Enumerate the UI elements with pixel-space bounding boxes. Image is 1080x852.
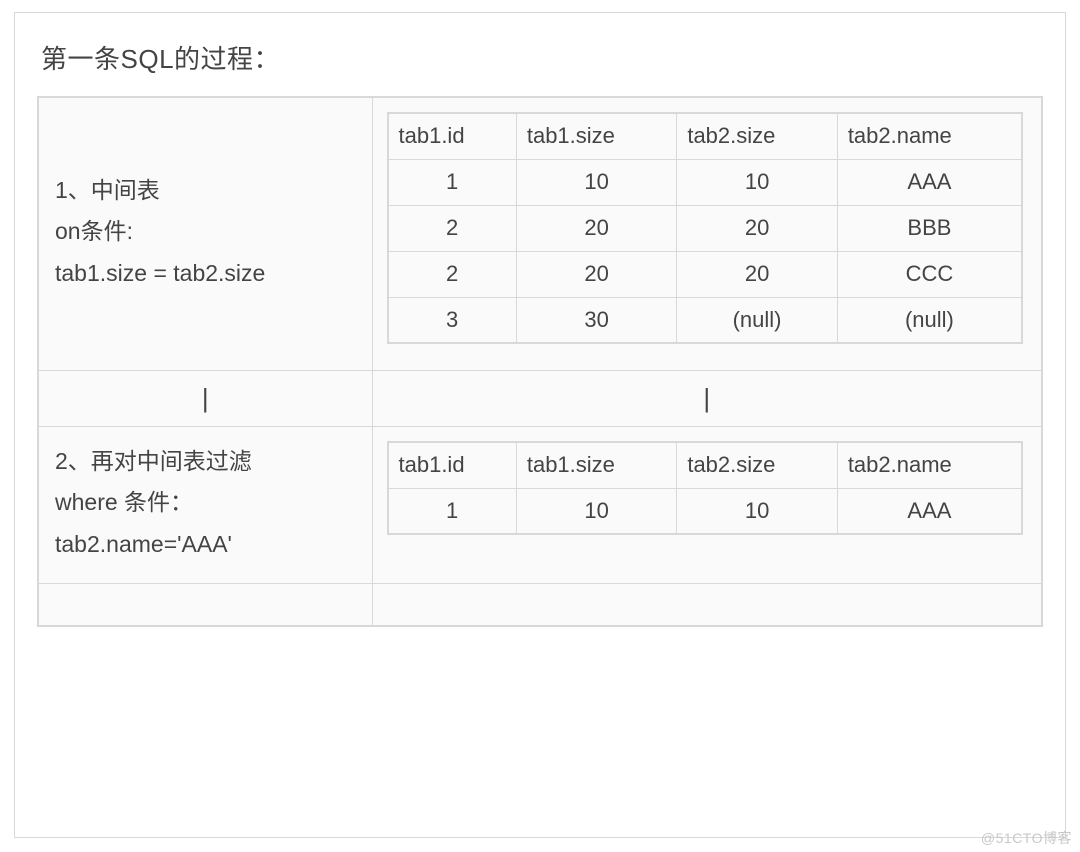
cell: 20: [677, 251, 837, 297]
cell: 20: [677, 205, 837, 251]
cell: AAA: [837, 159, 1022, 205]
col-header: tab2.size: [677, 442, 837, 488]
cell: 3: [388, 297, 517, 343]
arrow-right: |: [372, 371, 1042, 427]
table-row: 1 10 10 AAA: [388, 159, 1023, 205]
step1-line1: 1、中间表: [55, 170, 356, 211]
cell: 20: [516, 205, 676, 251]
empty-cell: [38, 584, 372, 626]
col-header: tab1.id: [388, 113, 517, 159]
col-header: tab2.size: [677, 113, 837, 159]
page-title: 第一条SQL的过程：: [41, 39, 1043, 76]
col-header: tab1.id: [388, 442, 517, 488]
cell: 10: [516, 159, 676, 205]
table-header-row: tab1.id tab1.size tab2.size tab2.name: [388, 442, 1023, 488]
layout-table: 1、中间表 on条件: tab1.size = tab2.size tab1.i…: [37, 96, 1043, 627]
step2-line3: tab2.name='AAA': [55, 524, 356, 565]
col-header: tab2.name: [837, 113, 1022, 159]
cell: 30: [516, 297, 676, 343]
step2-row: 2、再对中间表过滤 where 条件： tab2.name='AAA' tab1…: [38, 427, 1042, 584]
cell: 10: [516, 488, 676, 534]
table-row: 3 30 (null) (null): [388, 297, 1023, 343]
col-header: tab1.size: [516, 442, 676, 488]
step2-description: 2、再对中间表过滤 where 条件： tab2.name='AAA': [38, 427, 372, 584]
col-header: tab1.size: [516, 113, 676, 159]
step1-description: 1、中间表 on条件: tab1.size = tab2.size: [38, 97, 372, 371]
cell: 10: [677, 159, 837, 205]
cell: BBB: [837, 205, 1022, 251]
step2-table: tab1.id tab1.size tab2.size tab2.name 1 …: [387, 441, 1024, 535]
cell: (null): [677, 297, 837, 343]
empty-cell: [372, 584, 1042, 626]
step1-line3: tab1.size = tab2.size: [55, 253, 356, 294]
cell: 10: [677, 488, 837, 534]
cell: 1: [388, 159, 517, 205]
cell: 1: [388, 488, 517, 534]
col-header: tab2.name: [837, 442, 1022, 488]
step1-line2: on条件:: [55, 211, 356, 252]
cell: AAA: [837, 488, 1022, 534]
cell: 2: [388, 205, 517, 251]
arrow-left: |: [38, 371, 372, 427]
cell: CCC: [837, 251, 1022, 297]
arrow-row: | |: [38, 371, 1042, 427]
cell: 2: [388, 251, 517, 297]
step2-line2: where 条件：: [55, 482, 356, 523]
document-frame: 第一条SQL的过程： 1、中间表 on条件: tab1.size = tab2.…: [14, 12, 1066, 838]
step2-table-cell: tab1.id tab1.size tab2.size tab2.name 1 …: [372, 427, 1042, 584]
table-header-row: tab1.id tab1.size tab2.size tab2.name: [388, 113, 1023, 159]
step1-table: tab1.id tab1.size tab2.size tab2.name 1 …: [387, 112, 1024, 344]
step2-line1: 2、再对中间表过滤: [55, 441, 356, 482]
empty-row: [38, 584, 1042, 626]
cell: 20: [516, 251, 676, 297]
table-row: 1 10 10 AAA: [388, 488, 1023, 534]
cell: (null): [837, 297, 1022, 343]
watermark: @51CTO博客: [981, 828, 1072, 848]
table-row: 2 20 20 CCC: [388, 251, 1023, 297]
step1-table-cell: tab1.id tab1.size tab2.size tab2.name 1 …: [372, 97, 1042, 371]
table-row: 2 20 20 BBB: [388, 205, 1023, 251]
step1-row: 1、中间表 on条件: tab1.size = tab2.size tab1.i…: [38, 97, 1042, 371]
